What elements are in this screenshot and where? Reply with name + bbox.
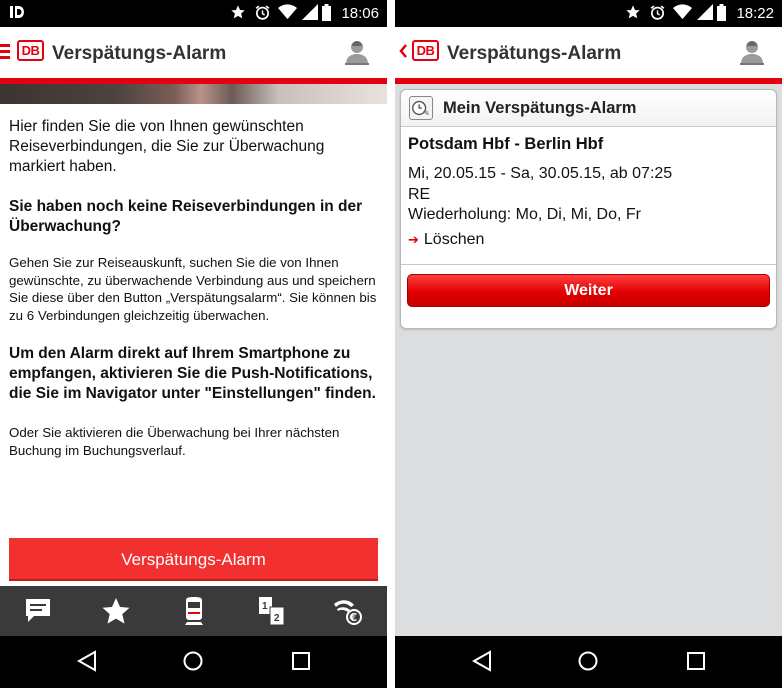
right-phone-screen: 18:22 DB Verspätungs-Alarm Mein Verspätu… (395, 0, 782, 688)
home-nav-icon[interactable] (182, 650, 204, 672)
home-nav-icon[interactable] (577, 650, 599, 672)
signal-status-icon (697, 4, 713, 20)
user-profile-icon[interactable] (345, 39, 369, 65)
status-time: 18:06 (341, 5, 379, 22)
ticket-euro-icon[interactable]: € (332, 595, 364, 627)
card-title: Mein Verspätungs-Alarm (443, 99, 637, 117)
header-red-line (395, 78, 782, 84)
notification-app-icon (10, 6, 24, 18)
status-time: 18:22 (736, 5, 774, 22)
repeat-days-text: Wiederholung: Mo, Di, Mi, Do, Fr (408, 206, 641, 223)
svg-text:€: € (349, 611, 358, 624)
delete-label: Löschen (423, 230, 485, 248)
arrow-right-icon: ➔ (408, 231, 419, 247)
back-nav-icon[interactable] (471, 650, 493, 672)
page-title: Verspätungs-Alarm (52, 43, 227, 64)
continue-button[interactable]: Weiter (407, 274, 770, 307)
status-bar: 18:06 (0, 0, 387, 27)
bottom-navigation: 1 2 € (0, 586, 387, 636)
date-range-text: Mi, 20.05.15 - Sa, 30.05.15, ab 07:25 (408, 165, 673, 182)
star-status-icon (231, 5, 245, 19)
main-content: Hier finden Sie die von Ihnen gewünschte… (9, 117, 378, 459)
card-header: Mein Verspätungs-Alarm (401, 90, 776, 127)
back-chevron-icon[interactable] (399, 44, 407, 58)
delay-alarm-card: Mein Verspätungs-Alarm Potsdam Hbf - Ber… (400, 89, 777, 329)
star-icon[interactable] (100, 595, 132, 627)
status-icons (625, 4, 730, 22)
booking-hint-text: Oder Sie aktivieren die Überwachung bei … (9, 425, 340, 458)
app-bar: DB Verspätungs-Alarm (395, 27, 782, 78)
heading-push-notifications: Um den Alarm direkt auf Ihrem Smartphone… (9, 345, 376, 402)
intro-text: Hier finden Sie die von Ihnen gewünschte… (9, 118, 325, 175)
system-navigation-bar (0, 636, 387, 688)
recent-apps-nav-icon[interactable] (685, 650, 707, 672)
hero-image (0, 84, 387, 104)
system-navigation-bar (395, 636, 782, 688)
wifi-status-icon (673, 4, 692, 20)
alarm-clock-status-icon (650, 5, 665, 20)
delay-alarm-button[interactable]: Verspätungs-Alarm (9, 538, 378, 581)
delete-link[interactable]: ➔ Löschen (408, 230, 769, 250)
svg-text:1: 1 (262, 601, 268, 612)
train-icon[interactable] (178, 595, 210, 627)
db-logo: DB (412, 40, 439, 61)
left-phone-screen: 18:06 DB Verspätungs-Alarm Hier finden S… (0, 0, 387, 688)
route-text: Potsdam Hbf - Berlin Hbf (408, 135, 604, 153)
connection-details: Potsdam Hbf - Berlin Hbf Mi, 20.05.15 - … (408, 134, 769, 250)
status-bar: 18:22 (395, 0, 782, 27)
details-block: Mi, 20.05.15 - Sa, 30.05.15, ab 07:25 RE… (408, 164, 769, 226)
heading-no-connections: Sie haben noch keine Reiseverbindungen i… (9, 198, 363, 235)
star-status-icon (626, 5, 640, 19)
train-type-text: RE (408, 185, 431, 203)
hamburger-icon[interactable] (0, 44, 10, 59)
user-profile-icon[interactable] (740, 39, 764, 65)
alarm-clock-icon (409, 96, 433, 120)
status-icons (230, 4, 335, 22)
battery-status-icon (717, 4, 726, 21)
signal-status-icon (302, 4, 318, 20)
app-bar: DB Verspätungs-Alarm (0, 27, 387, 78)
recent-apps-nav-icon[interactable] (290, 650, 312, 672)
chat-icon[interactable] (22, 595, 54, 627)
instructions-text: Gehen Sie zur Reiseauskunft, suchen Sie … (9, 255, 377, 323)
card-divider (401, 264, 776, 265)
svg-text:2: 2 (274, 613, 280, 624)
wifi-status-icon (278, 4, 297, 20)
back-nav-icon[interactable] (76, 650, 98, 672)
battery-status-icon (322, 4, 331, 21)
alarm-clock-status-icon (255, 5, 270, 20)
seat-reservation-icon[interactable]: 1 2 (256, 595, 288, 627)
page-title: Verspätungs-Alarm (447, 43, 622, 64)
db-logo: DB (17, 40, 44, 61)
